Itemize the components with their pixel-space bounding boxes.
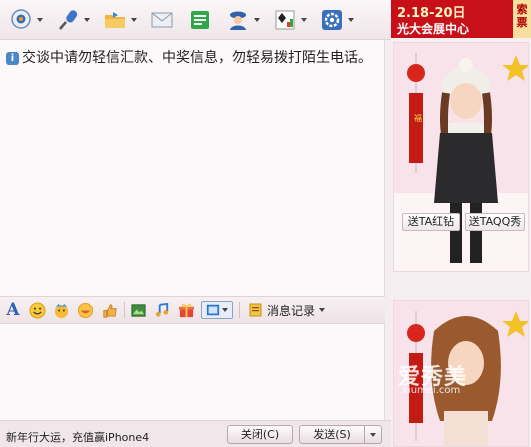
webcam-icon bbox=[8, 7, 34, 33]
send-qq-show-button[interactable]: 送TAQQ秀 bbox=[465, 213, 525, 231]
message-history-label: 消息记录 bbox=[267, 303, 316, 318]
close-button[interactable]: 关闭(C) bbox=[227, 425, 293, 444]
chat-toolbar bbox=[0, 0, 391, 40]
input-toolbar: A 消息记录 bbox=[0, 296, 385, 324]
settings-button[interactable] bbox=[319, 5, 354, 35]
message-history-button[interactable]: 消息记录 bbox=[248, 302, 326, 319]
user-icon bbox=[225, 7, 251, 33]
music-icon[interactable] bbox=[153, 301, 171, 319]
ad-tag: 索票 bbox=[513, 0, 531, 38]
chevron-down-icon bbox=[370, 433, 376, 437]
gift-icon[interactable] bbox=[177, 301, 195, 319]
ad-title: 光大会展中心 bbox=[397, 22, 470, 36]
promo-link[interactable]: 新年行大运，充值赢iPhone4 bbox=[6, 429, 149, 445]
message-display[interactable]: i 交谈中请勿轻信汇款、中奖信息，勿轻易拨打陌生电话。 bbox=[0, 40, 385, 296]
screenshot-icon[interactable] bbox=[129, 301, 147, 319]
emoji-icon[interactable] bbox=[28, 301, 46, 319]
font-button[interactable]: A bbox=[4, 300, 22, 320]
ad-banner[interactable]: 2.18-20日 光大会展中心 索票 bbox=[391, 0, 531, 38]
magic-emoji-icon[interactable] bbox=[52, 301, 70, 319]
avatar-image: 福 bbox=[394, 43, 528, 271]
bottom-bar: 新年行大运，充值赢iPhone4 关闭(C) 发送(S) bbox=[0, 420, 391, 447]
gear-icon bbox=[319, 7, 345, 33]
contacts-button[interactable] bbox=[225, 5, 260, 35]
send-mail-button[interactable] bbox=[149, 5, 175, 35]
security-notice: i 交谈中请勿轻信汇款、中奖信息，勿轻易拨打陌生电话。 bbox=[0, 40, 384, 71]
my-avatar-card[interactable]: 福 送TA红钻 送TAQQ秀 bbox=[393, 42, 529, 272]
games-button[interactable] bbox=[272, 5, 307, 35]
message-input[interactable] bbox=[0, 324, 385, 420]
send-button[interactable]: 发送(S) bbox=[299, 425, 365, 444]
friend-avatar-card[interactable]: 爱秀美 xiumei.com bbox=[393, 300, 529, 447]
history-icon bbox=[249, 303, 262, 317]
microphone-icon bbox=[55, 7, 81, 33]
thumb-icon[interactable] bbox=[100, 301, 118, 319]
watermark-url: xiumei.com bbox=[402, 385, 461, 396]
shake-icon[interactable] bbox=[76, 301, 94, 319]
app-icon bbox=[187, 7, 213, 33]
send-file-button[interactable] bbox=[102, 5, 137, 35]
voice-call-button[interactable] bbox=[55, 5, 90, 35]
video-call-button[interactable] bbox=[8, 5, 43, 35]
send-image-icon[interactable] bbox=[201, 301, 233, 319]
folder-icon bbox=[102, 7, 128, 33]
info-icon: i bbox=[6, 52, 19, 65]
qq-show-panel: 2.18-20日 光大会展中心 索票 福 送TA红钻 送TAQQ秀 爱秀美 xi… bbox=[391, 0, 531, 447]
ad-date: 2.18-20日 bbox=[397, 6, 466, 21]
security-notice-text: 交谈中请勿轻信汇款、中奖信息，勿轻易拨打陌生电话。 bbox=[22, 50, 372, 66]
envelope-icon bbox=[149, 7, 175, 33]
send-red-diamond-button[interactable]: 送TA红钻 bbox=[402, 213, 460, 231]
send-options-button[interactable] bbox=[364, 425, 382, 444]
app-button[interactable] bbox=[187, 5, 213, 35]
cards-icon bbox=[272, 7, 298, 33]
svg-text:福: 福 bbox=[414, 114, 422, 123]
